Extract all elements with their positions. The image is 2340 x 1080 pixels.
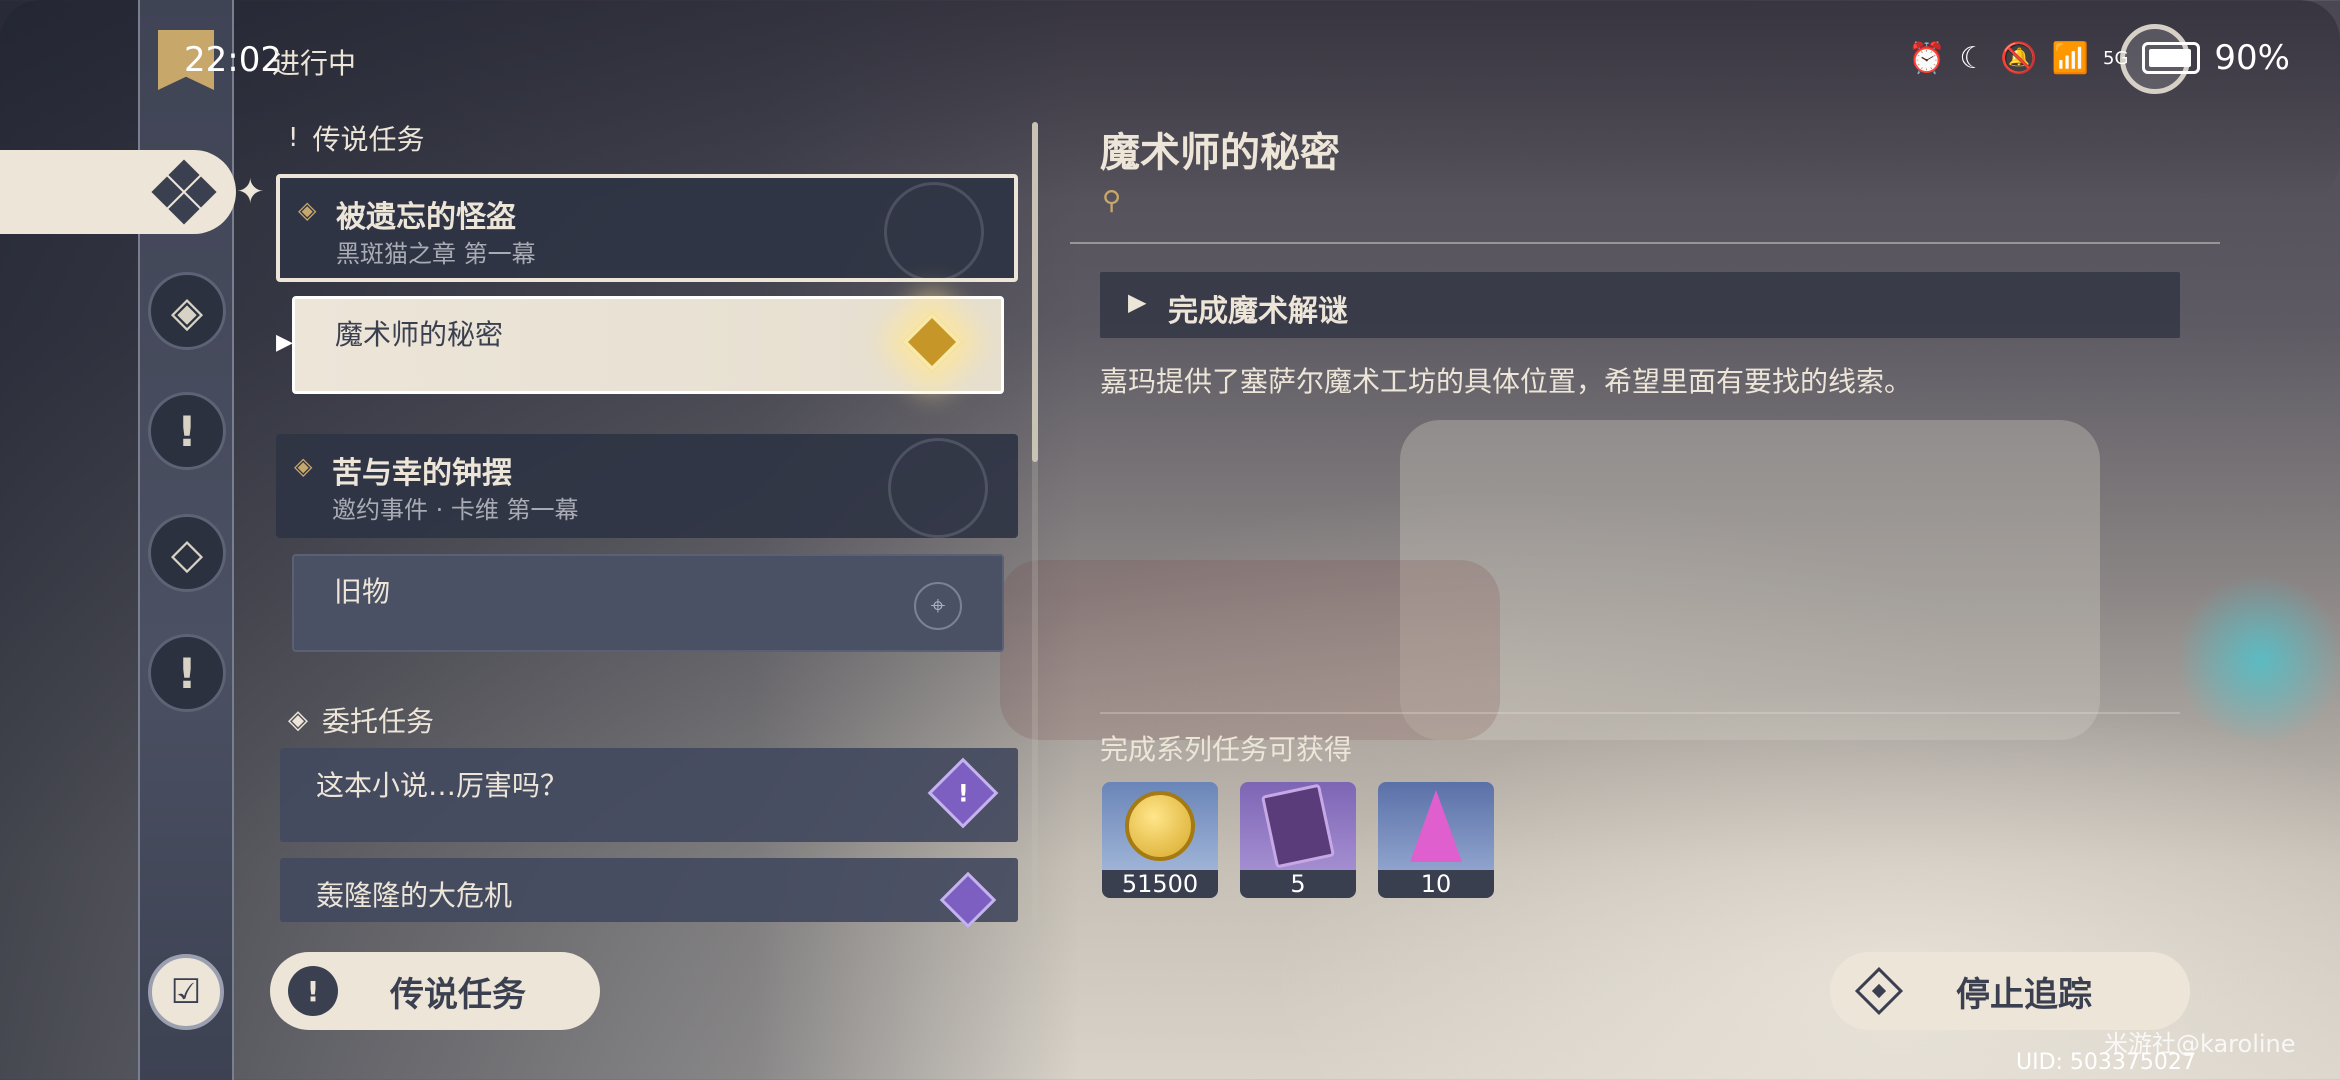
detail-title: 魔术师的秘密 (1100, 130, 1340, 176)
button-label: 停止追踪 (1956, 974, 2092, 1015)
button-label: 传说任务 (390, 974, 526, 1015)
quest-settings-button[interactable]: ☑ (148, 954, 224, 1030)
quest-title: 被遗忘的怪盗 (336, 200, 516, 235)
world-quest-icon: ! (927, 757, 999, 829)
objective-bar: ▶ 完成魔术解谜 (1100, 272, 2180, 338)
commission-icon: ! (177, 648, 197, 698)
battery-level: 90% (2214, 38, 2290, 78)
map-pin-icon[interactable]: ⌖ (914, 582, 962, 630)
reward-book[interactable]: 5 (1240, 782, 1356, 898)
quest-marker-icon: ◈ (298, 196, 317, 224)
commission-section-label: 委托任务 (322, 705, 435, 738)
wifi-icon: 📶 (2051, 40, 2090, 76)
selected-arrow-icon: ▶ (276, 330, 293, 355)
quest-subtitle: 邀约事件 · 卡维 第一幕 (332, 496, 579, 524)
uid-label: UID: 503375027 (2016, 1050, 2196, 1075)
tracking-diamond-icon (1854, 966, 1904, 1016)
quest-description: 嘉玛提供了塞萨尔魔术工坊的具体位置，希望里面有要找的线索。 (1100, 365, 1913, 398)
quest-card-pendulum[interactable]: ◈ 苦与幸的钟摆 邀约事件 · 卡维 第一幕 (276, 434, 1018, 538)
scrollbar-thumb[interactable] (1032, 122, 1038, 462)
archon-icon: ◈ (170, 286, 204, 336)
world-quest-icon (939, 871, 997, 929)
legend-section-label: 传说任务 (312, 123, 425, 156)
all-quests-icon (151, 159, 217, 225)
diamond-outline-icon: ◈ (288, 705, 308, 735)
step-title: 魔术师的秘密 (335, 318, 504, 351)
status-icons: ⏰ ☾ 🔕 📶 5G 90% (1908, 38, 2290, 78)
background-glow (2180, 560, 2340, 760)
commission-quest-crisis[interactable]: 轰隆隆的大危机 (280, 858, 1018, 929)
exclamation-icon: ! (288, 966, 338, 1016)
reward-mora[interactable]: 51500 (1102, 782, 1218, 898)
network-label: 5G (2103, 47, 2129, 69)
tab-commission-quests[interactable]: ! (148, 634, 226, 712)
checklist-icon: ☑ (170, 972, 202, 1012)
quest-title: 这本小说…厉害吗？ (316, 769, 569, 802)
legend-section-header: ! 传说任务 (288, 118, 424, 158)
tab-world-quests[interactable]: ◇ (148, 514, 226, 592)
quest-step-old-items[interactable]: 旧物 ⌖ (292, 554, 1004, 652)
book-icon (1260, 783, 1336, 869)
quest-title: 苦与幸的钟摆 (332, 456, 512, 491)
reward-count: 51500 (1102, 870, 1218, 898)
objective-arrow-icon: ▶ (1128, 288, 1147, 316)
objective-text: 完成魔术解谜 (1168, 294, 1348, 329)
divider (1100, 712, 2180, 714)
tab-all-quests[interactable] (0, 150, 236, 234)
reward-crystal[interactable]: 10 (1378, 782, 1494, 898)
quest-title: 轰隆隆的大危机 (316, 879, 513, 912)
exclamation-icon: ! (288, 123, 299, 153)
tracking-gem-icon (902, 312, 962, 372)
alarm-icon: ⏰ (1908, 40, 1946, 76)
step-title: 旧物 (334, 575, 391, 608)
reward-count: 10 (1378, 870, 1494, 898)
legend-category-button[interactable]: ! 传说任务 (270, 952, 600, 1030)
crystal-icon (1410, 790, 1462, 862)
quest-marker-icon: ◈ (294, 452, 313, 480)
tab-archon-quests[interactable]: ◈ (148, 272, 226, 350)
sparkle-icon: ✦ (236, 172, 265, 212)
rewards-heading: 完成系列任务可获得 (1100, 733, 1353, 766)
mute-icon: 🔕 (2000, 40, 2038, 76)
battery-icon (2142, 42, 2201, 74)
cat-emblem-icon (884, 182, 984, 278)
quest-card-forgotten-thief[interactable]: ◈ 被遗忘的怪盗 黑斑猫之章 第一幕 (276, 174, 1018, 282)
in-progress-label: 进行中 (272, 47, 357, 80)
divider (1070, 242, 2220, 244)
moon-icon: ☾ (1959, 40, 1987, 76)
mora-icon (1125, 791, 1195, 861)
quest-subtitle: 黑斑猫之章 第一幕 (336, 240, 536, 268)
clock: 22:02 (184, 40, 282, 80)
quest-step-magician-secret[interactable]: 魔术师的秘密 (292, 296, 1004, 394)
stop-tracking-button[interactable]: 停止追踪 (1830, 952, 2190, 1030)
commission-quest-novel[interactable]: 这本小说…厉害吗？ ! (280, 748, 1018, 842)
location-pin-icon[interactable]: ⚲ (1102, 186, 1121, 216)
hangout-emblem-icon (888, 438, 988, 538)
background-floor (1400, 420, 2100, 740)
commission-section-header: ◈ 委托任务 (288, 700, 434, 740)
tab-story-quests[interactable]: ! (148, 392, 226, 470)
reward-count: 5 (1240, 870, 1356, 898)
world-icon: ◇ (170, 528, 204, 578)
story-icon: ! (177, 406, 197, 456)
